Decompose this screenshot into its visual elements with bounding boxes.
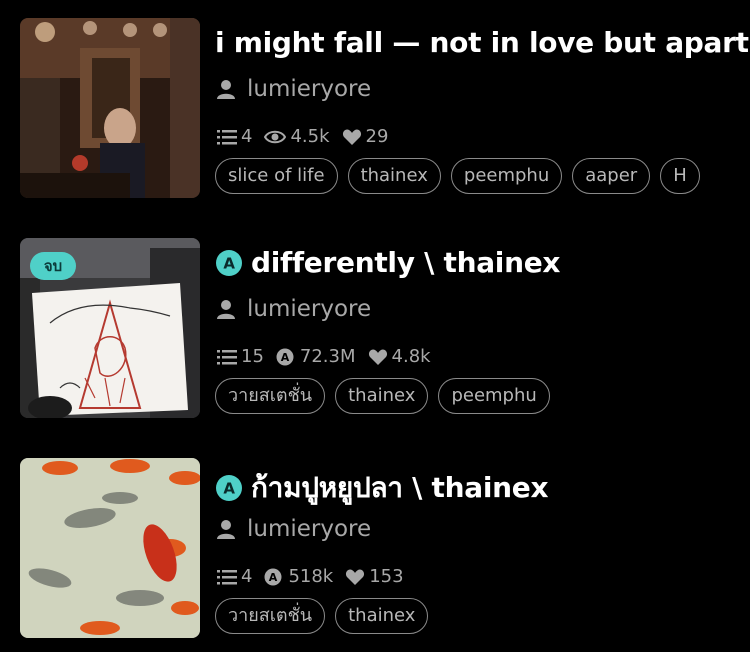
story-title[interactable]: A ก้ามปูหยูปลา \ thainex [215, 466, 549, 510]
author-name[interactable]: lumieryore [247, 516, 371, 542]
heart-icon [345, 568, 365, 586]
a-coin-icon: A [276, 348, 296, 366]
story-info: i might fall — not in love but apart lum… [215, 18, 749, 200]
parts-count: 4 [217, 566, 252, 587]
tag-list: วายสเตชั่น thainex [215, 598, 711, 638]
tag-chip[interactable]: peemphu [438, 378, 550, 414]
story-info: A ก้ามปูหยูปลา \ thainex lumieryore 4 A … [215, 458, 715, 640]
story-title-text[interactable]: ก้ามปูหยูปลา \ thainex [251, 466, 549, 510]
list-icon [217, 568, 237, 586]
original-story-icon: A [215, 249, 243, 277]
tag-chip[interactable]: thainex [335, 598, 429, 634]
tag-list: slice of life thainex peemphu aaper H [215, 158, 711, 198]
story-stats: 4 4.5k 29 [217, 126, 400, 147]
svg-text:A: A [269, 571, 278, 584]
story-stats: 15 A 72.3M 4.8k [217, 346, 443, 367]
likes-value: 4.8k [391, 346, 431, 367]
parts-count: 4 [217, 126, 252, 147]
story-cover-image[interactable] [20, 458, 200, 638]
svg-text:A: A [223, 480, 235, 498]
story-author[interactable]: lumieryore [215, 516, 371, 542]
tag-chip[interactable]: วายสเตชั่น [215, 378, 326, 414]
tag-chip[interactable]: วายสเตชั่น [215, 598, 326, 634]
story-stats: 4 A 518k 153 [217, 566, 416, 587]
views-value: 4.5k [290, 126, 330, 147]
story-cover-image[interactable] [20, 18, 200, 198]
eye-icon [264, 128, 287, 146]
tag-chip[interactable]: slice of life [215, 158, 338, 194]
author-name[interactable]: lumieryore [247, 76, 371, 102]
user-icon [215, 298, 237, 320]
story-item[interactable]: A ก้ามปูหยูปลา \ thainex lumieryore 4 A … [0, 458, 750, 640]
views-count: A 72.3M [276, 346, 356, 367]
likes-value: 153 [369, 566, 404, 587]
tag-chip[interactable]: H [660, 158, 700, 194]
heart-icon [368, 348, 388, 366]
tag-chip[interactable]: peemphu [450, 158, 563, 194]
story-list: i might fall — not in love but apart lum… [0, 0, 750, 652]
story-item[interactable]: i might fall — not in love but apart lum… [0, 18, 750, 200]
restaurant-cover-image [20, 18, 200, 198]
parts-value: 4 [241, 126, 253, 147]
views-count: 4.5k [264, 126, 330, 147]
goldfish-cover-image [20, 458, 200, 638]
likes-count: 153 [345, 566, 404, 587]
story-author[interactable]: lumieryore [215, 76, 371, 102]
likes-count: 29 [342, 126, 389, 147]
tag-chip[interactable]: aaper [572, 158, 651, 194]
views-value: 518k [288, 566, 334, 587]
a-coin-icon: A [264, 568, 284, 586]
original-story-icon: A [215, 474, 243, 502]
tag-chip[interactable]: thainex [335, 378, 429, 414]
story-cover-image[interactable]: จบ [20, 238, 200, 418]
parts-count: 15 [217, 346, 264, 367]
author-name[interactable]: lumieryore [247, 296, 371, 322]
story-item[interactable]: จบ A differently \ thainex lumieryore 15… [0, 238, 750, 420]
user-icon [215, 78, 237, 100]
user-icon [215, 518, 237, 540]
tag-chip[interactable]: thainex [347, 158, 441, 194]
story-title-text[interactable]: differently \ thainex [251, 246, 560, 279]
list-icon [217, 128, 237, 146]
story-author[interactable]: lumieryore [215, 296, 371, 322]
svg-text:A: A [281, 351, 290, 364]
story-title[interactable]: A differently \ thainex [215, 246, 560, 279]
story-title[interactable]: i might fall — not in love but apart [215, 26, 749, 59]
story-title-text[interactable]: i might fall — not in love but apart [215, 26, 749, 59]
tag-list: วายสเตชั่น thainex peemphu [215, 378, 711, 418]
likes-value: 29 [365, 126, 389, 147]
svg-text:A: A [223, 254, 235, 272]
completed-badge: จบ [30, 252, 76, 280]
likes-count: 4.8k [368, 346, 431, 367]
parts-value: 4 [241, 566, 253, 587]
heart-icon [342, 128, 362, 146]
parts-value: 15 [241, 346, 264, 367]
views-value: 72.3M [299, 346, 356, 367]
views-count: A 518k [264, 566, 333, 587]
list-icon [217, 348, 237, 366]
story-info: A differently \ thainex lumieryore 15 A … [215, 238, 715, 420]
